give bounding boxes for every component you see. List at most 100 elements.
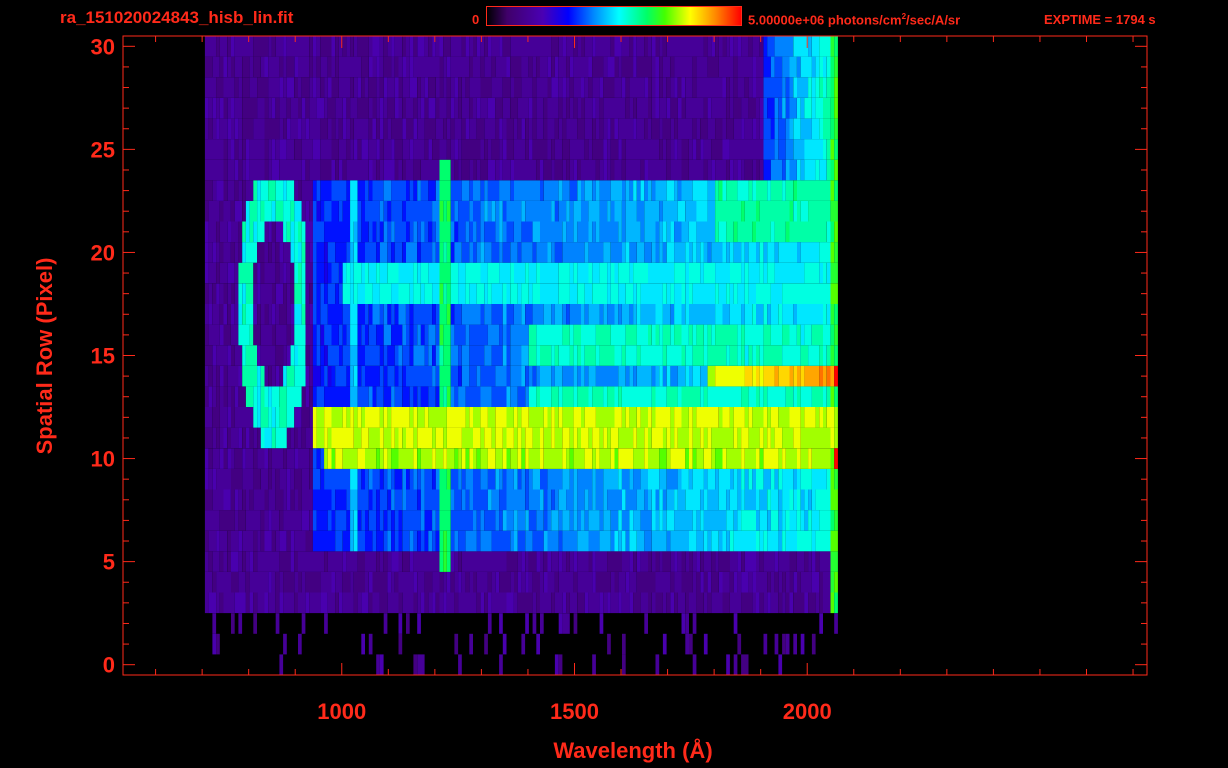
heatmap-cell xyxy=(711,139,723,160)
heatmap-cell xyxy=(603,97,626,119)
heatmap-cell xyxy=(581,324,596,346)
heatmap-cell xyxy=(469,633,473,655)
heatmap-cell xyxy=(622,180,626,201)
heatmap-cell xyxy=(402,510,421,531)
heatmap-cell xyxy=(439,530,444,552)
heatmap-cell xyxy=(398,304,406,325)
heatmap-cell xyxy=(450,77,455,98)
heatmap-cell xyxy=(443,36,451,57)
heatmap-cell xyxy=(264,118,280,140)
heatmap-cell xyxy=(387,592,399,614)
heatmap-cell xyxy=(312,139,321,160)
heatmap-cell xyxy=(685,345,693,366)
heatmap-cell xyxy=(447,530,451,552)
heatmap-cell xyxy=(517,242,522,263)
heatmap-cell xyxy=(763,407,768,428)
heatmap-cell xyxy=(487,200,492,222)
heatmap-cell xyxy=(681,386,701,407)
heatmap-cell xyxy=(618,304,622,325)
heatmap-cell xyxy=(231,407,235,428)
heatmap-cell xyxy=(413,592,418,614)
heatmap-cell xyxy=(778,654,783,675)
heatmap-cell xyxy=(316,510,328,531)
heatmap-cell xyxy=(394,97,399,119)
heatmap-cell xyxy=(234,97,243,119)
heatmap-cell xyxy=(271,365,276,387)
heatmap-cell xyxy=(666,36,704,57)
heatmap-cell xyxy=(275,324,287,346)
heatmap-cell xyxy=(800,386,812,407)
heatmap-cell xyxy=(547,530,559,552)
heatmap-cell xyxy=(238,427,243,449)
heatmap-cell xyxy=(398,448,414,469)
heatmap-cell xyxy=(808,77,812,98)
heatmap-cell xyxy=(391,510,395,531)
heatmap-cell xyxy=(566,221,574,243)
heatmap-cell xyxy=(532,118,537,140)
heatmap-cell xyxy=(361,324,365,346)
heatmap-cell xyxy=(558,551,563,572)
heatmap-cell xyxy=(517,592,533,614)
heatmap-cell xyxy=(834,571,838,593)
heatmap-cell xyxy=(748,386,756,407)
heatmap-cell xyxy=(379,77,384,98)
heatmap-cell xyxy=(834,180,838,201)
heatmap-cell xyxy=(227,304,231,325)
heatmap-cell xyxy=(271,159,280,181)
heatmap-cell xyxy=(417,489,421,511)
heatmap-cell xyxy=(689,530,697,552)
heatmap-cell xyxy=(212,448,220,469)
heatmap-cell xyxy=(473,97,477,119)
heatmap-cell xyxy=(398,97,403,119)
heatmap-cell xyxy=(227,365,239,387)
heatmap-cell xyxy=(309,97,317,119)
heatmap-cell xyxy=(811,56,816,78)
heatmap-cell xyxy=(391,56,395,78)
heatmap-cell xyxy=(782,592,786,614)
heatmap-cell xyxy=(216,633,220,655)
heatmap-cell xyxy=(718,221,727,243)
heatmap-cell xyxy=(711,159,715,181)
heatmap-cell xyxy=(249,200,257,222)
heatmap-cell xyxy=(406,427,414,449)
heatmap-cell xyxy=(353,221,358,243)
heatmap-cell xyxy=(599,97,604,119)
heatmap-cell xyxy=(204,345,213,366)
heatmap-cell xyxy=(782,97,786,119)
heatmap-cell xyxy=(458,448,462,469)
heatmap-cell xyxy=(402,365,406,387)
heatmap-cell xyxy=(223,592,235,614)
heatmap-cell xyxy=(748,468,753,490)
heatmap-cell xyxy=(595,221,600,243)
heatmap-cell xyxy=(748,427,760,449)
heatmap-cell xyxy=(435,324,440,346)
heatmap-cell xyxy=(730,468,734,490)
heatmap-cell xyxy=(365,510,369,531)
heatmap-cell xyxy=(592,386,604,407)
heatmap-cell xyxy=(469,221,473,243)
heatmap-cell xyxy=(286,468,291,490)
heatmap-cell xyxy=(450,200,455,222)
heatmap-cell xyxy=(204,180,213,201)
heatmap-cell xyxy=(473,489,488,511)
heatmap-cell xyxy=(234,510,239,531)
heatmap-cell xyxy=(339,159,343,181)
heatmap-cell xyxy=(648,159,667,181)
heatmap-cell xyxy=(562,97,567,119)
heatmap-cell xyxy=(279,56,284,78)
heatmap-cell xyxy=(681,345,686,366)
heatmap-cell xyxy=(249,56,254,78)
heatmap-cell xyxy=(286,427,291,449)
heatmap-cell xyxy=(387,221,392,243)
heatmap-cell xyxy=(249,139,265,160)
heatmap-cell xyxy=(741,345,745,366)
heatmap-cell xyxy=(636,56,652,78)
heatmap-cell xyxy=(770,180,783,201)
heatmap-cell xyxy=(443,448,447,469)
heatmap-cell xyxy=(402,159,406,181)
heatmap-cell xyxy=(759,200,790,222)
heatmap-cell xyxy=(290,468,295,490)
heatmap-cell xyxy=(331,427,354,449)
heatmap-cell xyxy=(253,324,261,346)
heatmap-cell xyxy=(275,180,284,201)
